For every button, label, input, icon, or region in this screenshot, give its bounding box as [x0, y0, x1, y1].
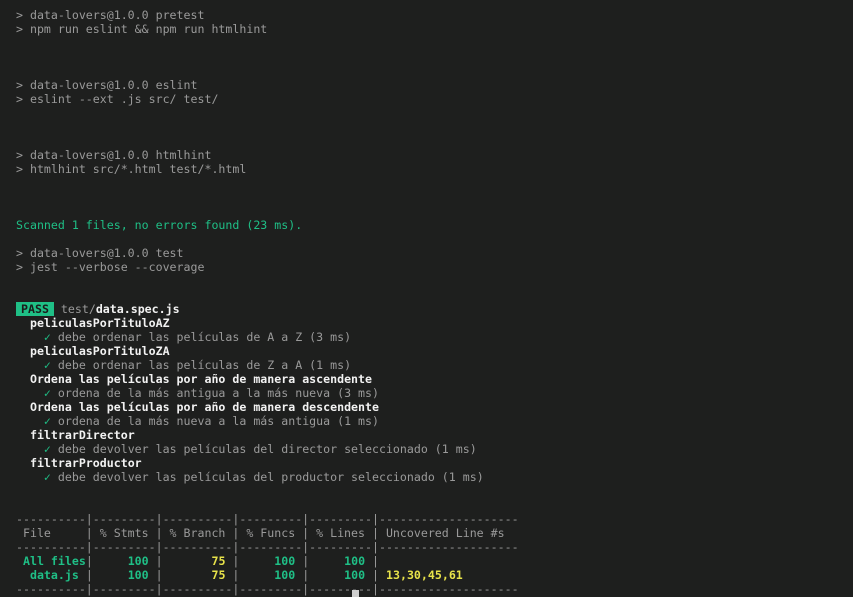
test-case-label: debe ordenar las películas de Z a A (1 m…: [57, 358, 352, 372]
suite-file-name: data.spec.js: [95, 302, 180, 316]
test-case-label: debe devolver las películas del director…: [57, 442, 477, 456]
test-case-label: debe ordenar las películas de A a Z (3 m…: [57, 330, 352, 344]
coverage-separator-bottom: ----------|---------|----------|--------…: [16, 582, 853, 596]
check-icon: ✓: [43, 442, 51, 456]
status-badge: PASS: [16, 302, 54, 316]
check-icon: ✓: [43, 386, 51, 400]
coverage-separator-top: ----------|---------|----------|--------…: [16, 512, 853, 526]
test-case: ✓ debe devolver las películas del produc…: [16, 470, 853, 484]
check-icon: ✓: [43, 358, 51, 372]
describe-name: peliculasPorTituloAZ: [29, 316, 170, 330]
npm-script-header: > data-lovers@1.0.0 htmlhint: [16, 148, 212, 162]
coverage-separator-mid: ----------|---------|----------|--------…: [16, 540, 853, 554]
npm-script-header: > data-lovers@1.0.0 eslint: [16, 78, 198, 92]
test-case: ✓ ordena de la más antigua a la más nuev…: [16, 386, 853, 400]
test-script-header: > data-lovers@1.0.0 test: [16, 246, 184, 260]
describe-name: filtrarDirector: [29, 428, 135, 442]
coverage-data-row-0: All files| 100 | 75 | 100 | 100 |: [16, 554, 380, 568]
test-case-label: debe devolver las películas del producto…: [57, 470, 484, 484]
htmlhint-result: Scanned 1 files, no errors found (23 ms)…: [16, 218, 303, 232]
test-script-command: > jest --verbose --coverage: [16, 260, 205, 274]
test-case: ✓ debe devolver las películas del direct…: [16, 442, 853, 456]
test-case-label: ordena de la más nueva a la más antigua …: [57, 414, 379, 428]
npm-script-header: > data-lovers@1.0.0 pretest: [16, 8, 205, 22]
suite-path-prefix: test/: [60, 302, 96, 316]
coverage-separator-row: ----------|---------|----------|--------…: [16, 540, 519, 554]
describe-name: peliculasPorTituloZA: [29, 344, 170, 358]
coverage-data-row-1: data.js | 100 | 75 | 100 | 100 | 13,30,4…: [16, 568, 519, 582]
npm-script-command: > eslint --ext .js src/ test/: [16, 92, 219, 106]
npm-script-command: > htmlhint src/*.html test/*.html: [16, 162, 247, 176]
table-row: All files| 100 | 75 | 100 | 100 |: [16, 554, 853, 568]
test-case: ✓ ordena de la más nueva a la más antigu…: [16, 414, 853, 428]
table-row: data.js | 100 | 75 | 100 | 100 | 13,30,4…: [16, 568, 853, 582]
describe-name: Ordena las películas por año de manera d…: [29, 400, 379, 414]
coverage-header-row: File | % Stmts | % Branch | % Funcs | % …: [16, 526, 853, 540]
check-icon: ✓: [43, 414, 51, 428]
npm-script-command: > npm run eslint && npm run htmlhint: [16, 22, 268, 36]
describe-name: filtrarProductor: [29, 456, 142, 470]
coverage-separator-row: ----------|---------|----------|--------…: [16, 512, 519, 526]
describe-name: Ordena las películas por año de manera a…: [29, 372, 372, 386]
coverage-separator-row: ----------|---------|----------|--------…: [16, 582, 519, 596]
check-icon: ✓: [43, 470, 51, 484]
terminal-window: > data-lovers@1.0.0 pretest > npm run es…: [0, 0, 853, 597]
check-icon: ✓: [43, 330, 51, 344]
coverage-header-cells: File | % Stmts | % Branch | % Funcs | % …: [16, 526, 519, 540]
suite-header: PASS test/data.spec.js: [16, 302, 853, 316]
test-case: ✓ debe ordenar las películas de Z a A (1…: [16, 358, 853, 372]
test-case: ✓ debe ordenar las películas de A a Z (3…: [16, 330, 853, 344]
test-case-label: ordena de la más antigua a la más nueva …: [57, 386, 379, 400]
terminal-cursor: [352, 590, 359, 597]
